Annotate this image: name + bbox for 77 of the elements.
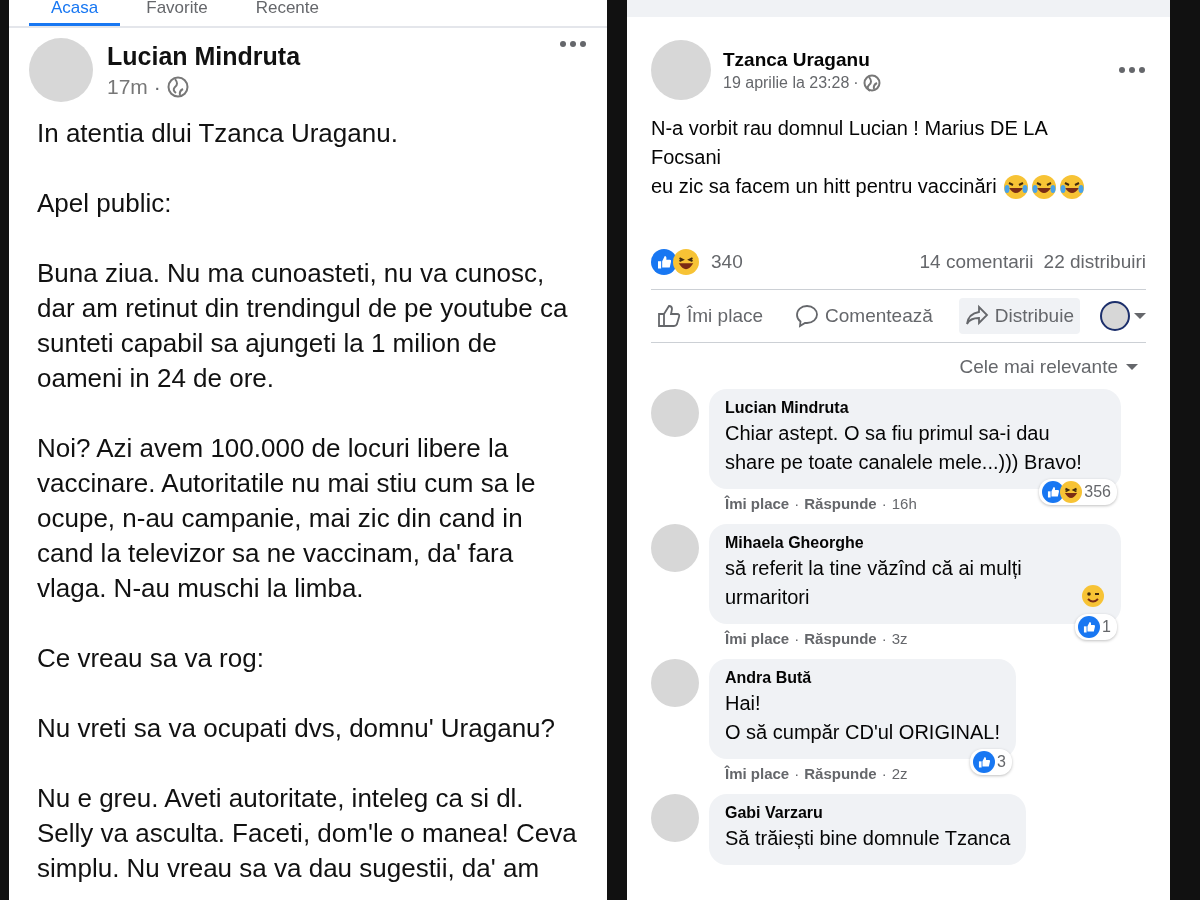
avatar (651, 389, 699, 437)
reaction-count: 1 (1102, 618, 1111, 636)
sort-dropdown[interactable]: Cele mai relevante (953, 355, 1144, 379)
post-paragraph: Buna ziua. Nu ma cunoasteti, nu va cunosc, dar am retinut din trendingul de pe youtube ca sunteti capabil sa ajungeti la 1 milion de oameni in 24 de ore. (37, 257, 569, 395)
separator-dot: · (794, 495, 800, 512)
winking-emoji-icon (1081, 584, 1105, 608)
thumbs-up-icon (657, 304, 681, 328)
comment-text: Să trăiești bine domnule Tzanca (725, 826, 1011, 851)
avatar[interactable] (1099, 301, 1130, 331)
commenter-name[interactable]: Lucian Mindruta (725, 399, 1105, 417)
more-options-icon (1118, 66, 1146, 74)
post-paragraph: Apel public: (37, 187, 173, 220)
comment-action-link[interactable]: Răspunde (804, 630, 877, 647)
laughing-emoji-icon (1060, 481, 1083, 503)
caret-icon (1126, 363, 1138, 371)
like-button[interactable]: Îmi place (651, 298, 770, 334)
comment-time[interactable]: 3z (891, 630, 908, 647)
post-paragraph: Ce vreau sa va rog: (37, 642, 265, 675)
comments-count[interactable]: 14 comentarii (919, 251, 1034, 273)
like-reaction-icon (1078, 616, 1101, 638)
comment-action-link[interactable]: Îmi place (725, 495, 790, 512)
comment-action-link[interactable]: Răspunde (804, 765, 877, 782)
reaction-count[interactable]: 340 (711, 251, 920, 273)
post-paragraph: In atentia dlui Tzanca Uraganu. (37, 117, 399, 150)
comment-text: Hai! O să cumpăr CD'ul ORIGINAL! (725, 691, 1000, 745)
post-time[interactable]: 17m (107, 74, 148, 99)
crying-laughing-emoji-icon (1058, 173, 1085, 200)
avatar (651, 659, 699, 707)
separator-dot: · (853, 73, 859, 92)
avatar (651, 40, 711, 100)
globe-icon (166, 75, 189, 98)
laughing-emoji-icon (673, 249, 699, 275)
post-time[interactable]: 19 aprilie la 23:28 (723, 73, 850, 92)
author-name[interactable]: Lucian Mindruta (107, 41, 545, 71)
caret-icon (1133, 312, 1146, 320)
crying-laughing-emoji-icon (1030, 173, 1057, 200)
separator-dot: · (881, 495, 887, 512)
separator-dot: · (881, 630, 887, 647)
reaction-count: 3 (997, 753, 1006, 771)
reaction-badge[interactable]: 1 (1075, 614, 1117, 640)
reaction-badge[interactable]: 356 (1039, 479, 1117, 505)
crying-laughing-emoji-icon (1002, 173, 1029, 200)
tab[interactable]: Favorite (124, 0, 230, 26)
tab[interactable]: Recente (233, 0, 341, 26)
speech-bubble-icon (795, 304, 820, 328)
avatar (651, 524, 699, 572)
post-paragraph: Noi? Azi avem 100.000 de locuri libere la vaccinare. Autoritatile nu mai stiu cum sa le ocupe, n-au campanie, mai zic din cand in cand la televizor sa ne vaccinam, da' fara vlaga. N-au muschi la limba. (37, 432, 537, 605)
commenter-name[interactable]: Andra Bută (725, 669, 1000, 687)
separator-dot: · (153, 74, 161, 99)
comment-action-link[interactable]: Răspunde (804, 495, 877, 512)
like-reaction-icon (973, 751, 996, 773)
like-reaction-icon (651, 249, 677, 275)
post-paragraph: Nu vreti sa va ocupati dvs, domnu' Uraganu? (37, 712, 557, 745)
author-name[interactable]: Tzanca Uraganu (723, 48, 1106, 71)
separator-dot: · (794, 630, 800, 647)
more-options-icon[interactable] (559, 40, 587, 48)
comment-text: Chiar astept. O sa fiu primul sa-i dau share pe toate canalele mele...))) Bravo! (725, 421, 1083, 475)
share-arrow-icon (964, 304, 989, 328)
post-paragraph: Nu e greu. Aveti autoritate, inteleg ca si dl. Selly va asculta. Faceti, dom'le o manea! Ceva simplu. Nu vreau sa va dau sugestii, da' am (37, 782, 578, 885)
comment-action-link[interactable]: Îmi place (725, 630, 790, 647)
comment-time[interactable]: 16h (891, 495, 917, 512)
globe-icon (862, 73, 881, 92)
comment-time[interactable]: 2z (891, 765, 908, 782)
reaction-badge[interactable]: 3 (970, 749, 1012, 775)
comment-action-link[interactable]: Îmi place (725, 765, 790, 782)
commenter-name[interactable]: Gabi Varzaru (725, 804, 1011, 822)
reaction-count: 356 (1084, 483, 1111, 501)
avatar (651, 794, 699, 842)
commenter-name[interactable]: Mihaela Gheorghe (725, 534, 1105, 552)
comment-button[interactable]: Comentează (789, 298, 939, 334)
separator-dot: · (881, 765, 887, 782)
comment-text: să referit la tine văzînd că ai mulți urmaritori (725, 556, 1023, 610)
shares-count[interactable]: 22 distribuiri (1043, 251, 1146, 273)
post-text: eu zic sa facem un hitt pentru vaccinări (651, 174, 997, 199)
share-button[interactable]: Distribuie (958, 298, 1080, 334)
tab[interactable]: Acasa (29, 0, 121, 26)
separator-dot: · (794, 765, 800, 782)
